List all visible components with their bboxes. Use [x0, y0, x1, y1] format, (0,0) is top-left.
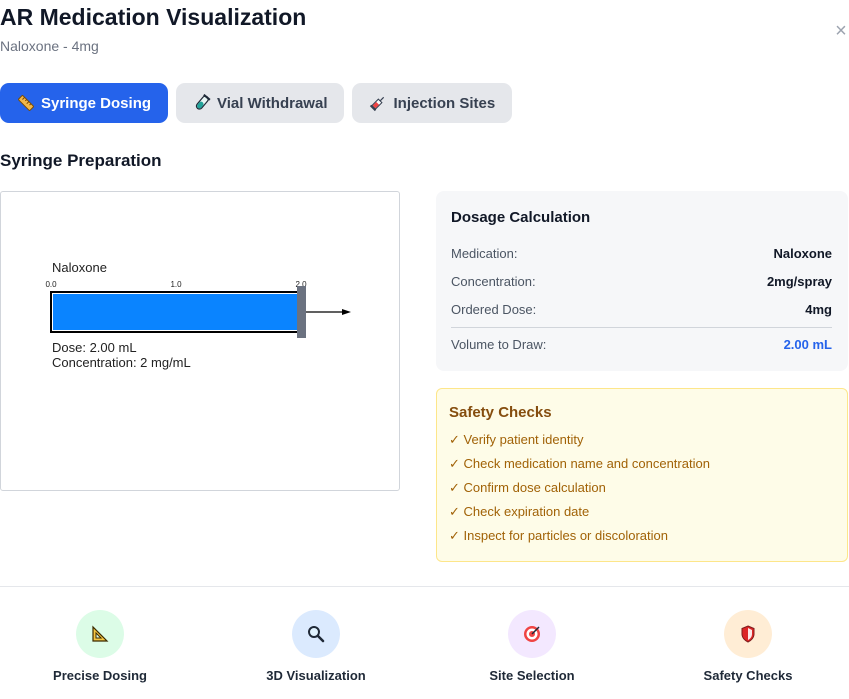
row-label: Concentration:	[451, 273, 536, 289]
feature-site-selection: Site Selection	[432, 610, 632, 683]
close-icon[interactable]: ×	[832, 21, 849, 41]
feature-label: Safety Checks	[703, 668, 793, 683]
row-value: Naloxone	[773, 245, 832, 261]
tick-label: 1.0	[170, 280, 182, 289]
needle-arrow-icon	[342, 309, 351, 315]
feature-label: 3D Visualization	[266, 668, 366, 683]
dosage-title: Dosage Calculation	[451, 209, 591, 226]
row-label: Medication:	[451, 245, 518, 261]
syringe-visualization: Naloxone 0.0 1.0 2.0 Dose: 2.00 mL Conce…	[0, 191, 400, 491]
tab-label: Vial Withdrawal	[217, 94, 328, 112]
feature-label: Precise Dosing	[53, 668, 147, 683]
divider: Volume to Draw: 2.00 mL	[451, 327, 832, 358]
dosage-row-concentration: Concentration: 2mg/spray	[451, 267, 832, 295]
concentration-text: Concentration: 2 mg/mL	[52, 355, 191, 370]
section-title: Syringe Preparation	[0, 151, 162, 170]
dosage-row-volume: Volume to Draw: 2.00 mL	[451, 330, 832, 358]
syringe-fill	[53, 294, 299, 330]
tab-label: Injection Sites	[393, 94, 496, 112]
row-label: Volume to Draw:	[451, 336, 547, 352]
magnifier-icon	[292, 610, 340, 658]
page-subtitle: Naloxone - 4mg	[0, 38, 99, 54]
test-tube-icon	[193, 94, 211, 112]
row-value: 2mg/spray	[766, 273, 832, 289]
syringe-icon	[369, 94, 387, 112]
syringe-medication-label: Naloxone	[52, 260, 107, 275]
syringe-diagram: Naloxone 0.0 1.0 2.0 Dose: 2.00 mL Conce…	[45, 260, 351, 370]
safety-item: ✓ Verify patient identity	[449, 432, 584, 447]
feature-safety-checks: Safety Checks	[648, 610, 848, 683]
dosage-calculation-card: Dosage Calculation Medication: Naloxone …	[436, 191, 848, 371]
triangle-ruler-icon	[76, 610, 124, 658]
tick-label: 0.0	[45, 280, 57, 289]
feature-3d-visualization: 3D Visualization	[216, 610, 416, 683]
page-title: AR Medication Visualization	[0, 4, 307, 30]
shield-icon	[724, 610, 772, 658]
dose-text: Dose: 2.00 mL	[52, 340, 137, 355]
feature-precise-dosing: Precise Dosing	[0, 610, 200, 683]
syringe-plunger[interactable]	[297, 286, 306, 338]
ruler-icon	[17, 94, 35, 112]
safety-item: ✓ Confirm dose calculation	[449, 480, 606, 495]
tab-label: Syringe Dosing	[41, 94, 152, 112]
safety-item: ✓ Check medication name and concentratio…	[449, 456, 710, 471]
tab-syringe-dosing[interactable]: Syringe Dosing	[0, 83, 169, 123]
tab-bar: Syringe Dosing Vial Withdrawal Injection…	[0, 83, 513, 123]
safety-checks-card: Safety Checks ✓ Verify patient identity …	[436, 388, 848, 562]
dosage-row-medication: Medication: Naloxone	[451, 239, 832, 267]
divider	[0, 586, 849, 587]
row-value: 4mg	[805, 301, 832, 317]
safety-item: ✓ Inspect for particles or discoloration	[449, 528, 668, 543]
dosage-row-ordered-dose: Ordered Dose: 4mg	[451, 295, 832, 323]
feature-label: Site Selection	[489, 668, 575, 683]
volume-value: 2.00 mL	[783, 336, 832, 352]
tab-injection-sites[interactable]: Injection Sites	[352, 83, 513, 123]
target-icon	[508, 610, 556, 658]
safety-item: ✓ Check expiration date	[449, 504, 590, 519]
tab-vial-withdrawal[interactable]: Vial Withdrawal	[176, 83, 345, 123]
row-label: Ordered Dose:	[451, 301, 537, 317]
safety-title: Safety Checks	[449, 404, 552, 421]
